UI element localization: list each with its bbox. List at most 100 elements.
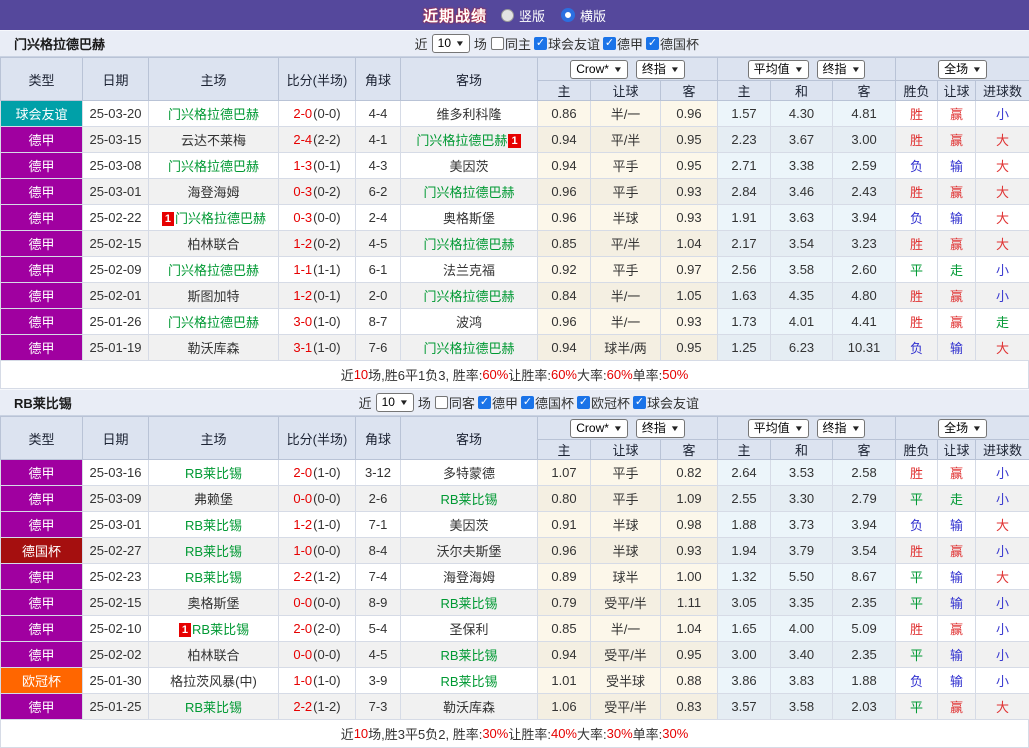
avg-draw-odds: 3.38 xyxy=(771,153,833,179)
odds-home: 0.84 xyxy=(538,283,591,309)
same-venue-checkbox[interactable]: 同客 xyxy=(435,393,475,412)
average-odds-select[interactable]: 平均值▼ xyxy=(748,419,809,438)
league-checkbox[interactable]: ✓球会友谊 xyxy=(534,34,600,53)
home-team[interactable]: 门兴格拉德巴赫 xyxy=(149,101,279,127)
away-team[interactable]: 门兴格拉德巴赫 xyxy=(401,179,538,205)
league-checkbox[interactable]: ✓球会友谊 xyxy=(633,393,699,412)
final-index-select[interactable]: 终指▼ xyxy=(817,419,866,438)
team-section: RB莱比锡近10▼场同客✓德甲✓德国杯✓欧冠杯✓球会友谊类型日期主场比分(半场)… xyxy=(0,389,1029,748)
halftime-score: (0-0) xyxy=(313,106,340,121)
away-team[interactable]: RB莱比锡 xyxy=(401,668,538,694)
crow-odds-select[interactable]: Crow*▼ xyxy=(570,60,628,79)
avg-away-odds: 3.23 xyxy=(833,231,896,257)
away-team[interactable]: 奥格斯堡 xyxy=(401,205,538,231)
home-team-name: 斯图加特 xyxy=(187,289,239,304)
avg-home-odds: 1.63 xyxy=(718,283,771,309)
avg-draw-odds: 3.79 xyxy=(771,538,833,564)
home-team[interactable]: 格拉茨风暴(中) xyxy=(149,668,279,694)
home-team[interactable]: 1门兴格拉德巴赫 xyxy=(149,205,279,231)
avg-away-odds: 2.43 xyxy=(833,179,896,205)
handicap-line: 受平/半 xyxy=(591,642,661,668)
away-team[interactable]: 美因茨 xyxy=(401,512,538,538)
competition-type-badge: 德甲 xyxy=(1,127,83,153)
select-value: 终指 xyxy=(642,62,666,77)
games-count-select[interactable]: 10▼ xyxy=(432,34,470,53)
away-team[interactable]: 勒沃库森 xyxy=(401,694,538,720)
chevron-down-icon: ▼ xyxy=(670,62,680,77)
full-match-select[interactable]: 全场▼ xyxy=(938,60,987,79)
competition-type-badge: 德甲 xyxy=(1,564,83,590)
away-team[interactable]: 门兴格拉德巴赫 xyxy=(401,283,538,309)
home-team[interactable]: 柏林联合 xyxy=(149,642,279,668)
home-team[interactable]: 奥格斯堡 xyxy=(149,590,279,616)
away-team[interactable]: 法兰克福 xyxy=(401,257,538,283)
away-team[interactable]: RB莱比锡 xyxy=(401,642,538,668)
home-team[interactable]: 门兴格拉德巴赫 xyxy=(149,153,279,179)
away-team[interactable]: 维多利科隆 xyxy=(401,101,538,127)
result-handicap: 赢 xyxy=(938,616,976,642)
home-team[interactable]: 斯图加特 xyxy=(149,283,279,309)
result-handicap: 走 xyxy=(938,257,976,283)
league-checkbox[interactable]: ✓德国杯 xyxy=(646,34,699,53)
final-index-select[interactable]: 终指▼ xyxy=(636,419,685,438)
summary-text: 让胜率: xyxy=(508,365,551,384)
corner-count: 6-2 xyxy=(356,179,401,205)
away-team[interactable]: RB莱比锡 xyxy=(401,590,538,616)
away-team[interactable]: RB莱比锡 xyxy=(401,486,538,512)
avg-home-odds: 1.57 xyxy=(718,101,771,127)
away-team[interactable]: 门兴格拉德巴赫1 xyxy=(401,127,538,153)
home-team[interactable]: 海登海姆 xyxy=(149,179,279,205)
avg-draw-odds: 6.23 xyxy=(771,335,833,361)
average-odds-select[interactable]: 平均值▼ xyxy=(748,60,809,79)
red-card-badge: 1 xyxy=(508,134,520,148)
match-row: 德甲25-02-15奥格斯堡0-0(0-0)8-9RB莱比锡0.79受平/半1.… xyxy=(1,590,1029,616)
home-team[interactable]: 门兴格拉德巴赫 xyxy=(149,309,279,335)
home-team[interactable]: 1RB莱比锡 xyxy=(149,616,279,642)
handicap-line: 半球 xyxy=(591,538,661,564)
away-team[interactable]: 波鸿 xyxy=(401,309,538,335)
vertical-layout-radio[interactable]: 竖版 xyxy=(501,6,545,25)
final-index-select[interactable]: 终指 ▼ xyxy=(636,60,685,79)
home-team[interactable]: RB莱比锡 xyxy=(149,694,279,720)
home-team[interactable]: RB莱比锡 xyxy=(149,460,279,486)
checkbox-label: 球会友谊 xyxy=(647,393,699,412)
home-team[interactable]: 门兴格拉德巴赫 xyxy=(149,257,279,283)
home-team[interactable]: 弗赖堡 xyxy=(149,486,279,512)
column-subheader: 客 xyxy=(833,440,896,460)
fulltime-score: 2-2 xyxy=(293,569,312,584)
away-team[interactable]: 门兴格拉德巴赫 xyxy=(401,335,538,361)
unchecked-checkbox-icon xyxy=(491,37,504,50)
games-count-select[interactable]: 10▼ xyxy=(376,393,414,412)
away-team[interactable]: 多特蒙德 xyxy=(401,460,538,486)
column-header: 比分(半场) xyxy=(279,417,356,460)
odds-away: 0.93 xyxy=(661,538,718,564)
horizontal-layout-radio[interactable]: 横版 xyxy=(561,6,606,25)
home-team[interactable]: 云达不莱梅 xyxy=(149,127,279,153)
horizontal-layout-label: 横版 xyxy=(580,6,606,25)
league-checkbox[interactable]: ✓德国杯 xyxy=(521,393,574,412)
final-index-select[interactable]: 终指▼ xyxy=(817,60,866,79)
result-goals: 小 xyxy=(976,101,1029,127)
home-team[interactable]: 柏林联合 xyxy=(149,231,279,257)
home-team[interactable]: RB莱比锡 xyxy=(149,564,279,590)
competition-type-badge: 欧冠杯 xyxy=(1,668,83,694)
league-checkbox[interactable]: ✓德甲 xyxy=(478,393,518,412)
away-team[interactable]: 门兴格拉德巴赫 xyxy=(401,231,538,257)
league-checkbox[interactable]: ✓德甲 xyxy=(603,34,643,53)
crow-odds-select[interactable]: Crow*▼ xyxy=(570,419,628,438)
full-match-select[interactable]: 全场▼ xyxy=(938,419,987,438)
select-group-header: 平均值▼ 终指▼ xyxy=(718,417,896,440)
home-team[interactable]: RB莱比锡 xyxy=(149,512,279,538)
away-team[interactable]: 沃尔夫斯堡 xyxy=(401,538,538,564)
same-venue-checkbox[interactable]: 同主 xyxy=(491,34,531,53)
away-team[interactable]: 海登海姆 xyxy=(401,564,538,590)
avg-draw-odds: 3.58 xyxy=(771,257,833,283)
home-team[interactable]: RB莱比锡 xyxy=(149,538,279,564)
handicap-line: 受平/半 xyxy=(591,590,661,616)
away-team[interactable]: 美因茨 xyxy=(401,153,538,179)
avg-away-odds: 10.31 xyxy=(833,335,896,361)
fulltime-score: 1-2 xyxy=(293,236,312,251)
league-checkbox[interactable]: ✓欧冠杯 xyxy=(577,393,630,412)
away-team[interactable]: 圣保利 xyxy=(401,616,538,642)
home-team[interactable]: 勒沃库森 xyxy=(149,335,279,361)
